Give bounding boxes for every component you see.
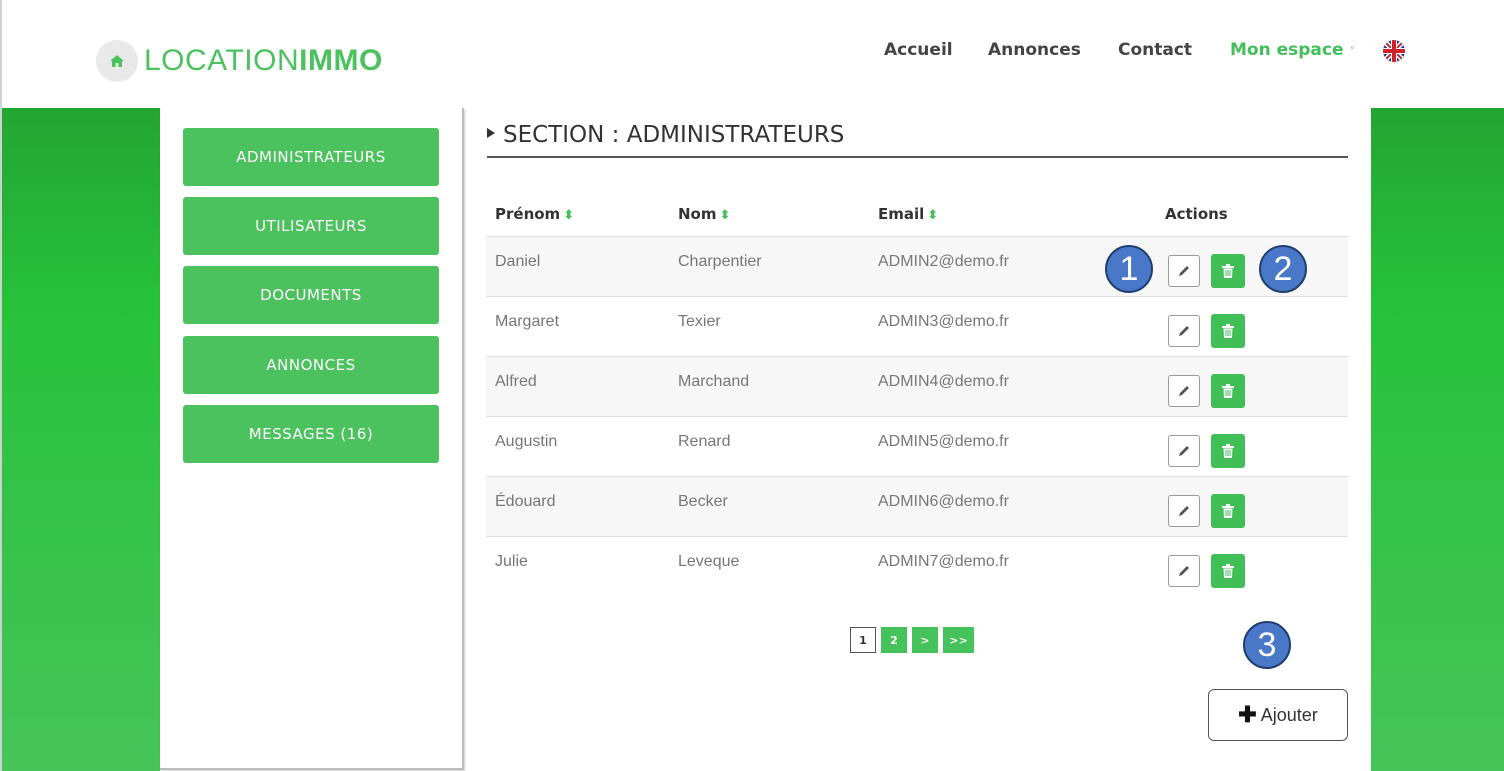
page-1-button[interactable]: 1 (850, 627, 876, 653)
cell-nom: Charpentier (678, 253, 762, 270)
sidebar-item-administrateurs[interactable]: ADMINISTRATEURS (183, 128, 439, 186)
trash-icon (1222, 384, 1234, 398)
background-band-right (1371, 108, 1504, 771)
next-page-button[interactable]: > (912, 627, 938, 653)
column-header-email-label: Email (878, 205, 925, 223)
nav-mon-espace-label: Mon espace (1230, 40, 1344, 60)
nav-accueil[interactable]: Accueil (884, 40, 953, 60)
callout-badge-1: 1 (1105, 245, 1153, 293)
page-title: SECTION : ADMINISTRATEURS (487, 122, 844, 148)
table-row: Augustin Renard ADMIN5@demo.fr (486, 416, 1348, 477)
sidebar-item-messages[interactable]: MESSAGES (16) (183, 405, 439, 463)
cell-email: ADMIN5@demo.fr (878, 433, 1009, 450)
sort-icon: ⬍ (927, 208, 939, 223)
sort-icon: ⬍ (719, 208, 731, 223)
pencil-icon (1179, 566, 1189, 576)
column-header-prenom[interactable]: Prénom ⬍ (495, 205, 574, 223)
table-row: Julie Leveque ADMIN7@demo.fr (486, 536, 1348, 597)
nav-mon-espace[interactable]: Mon espace ˅ (1230, 40, 1355, 60)
add-button-label: Ajouter (1260, 704, 1318, 725)
title-divider (487, 156, 1348, 158)
column-header-prenom-label: Prénom (495, 205, 561, 223)
trash-icon (1222, 324, 1234, 338)
cell-email: ADMIN7@demo.fr (878, 553, 1009, 570)
edit-button[interactable] (1168, 495, 1200, 527)
cell-prenom: Augustin (495, 433, 558, 450)
sort-icon: ⬍ (563, 208, 575, 223)
cell-nom: Becker (678, 493, 728, 510)
cell-email: ADMIN3@demo.fr (878, 313, 1009, 330)
table-row: Édouard Becker ADMIN6@demo.fr (486, 476, 1348, 537)
logo-text-bold: IMMO (299, 44, 383, 77)
sidebar-item-documents[interactable]: DOCUMENTS (183, 266, 439, 324)
delete-button[interactable] (1211, 494, 1245, 528)
logo-text: LOCATIONIMMO (144, 44, 383, 78)
caret-right-icon (487, 127, 495, 138)
cell-nom: Renard (678, 433, 731, 450)
trash-icon (1222, 504, 1234, 518)
page-title-text: SECTION : ADMINISTRATEURS (503, 122, 845, 148)
callout-badge-2: 2 (1259, 245, 1307, 293)
plus-icon: ✚ (1238, 702, 1257, 727)
pencil-icon (1179, 386, 1189, 396)
cell-nom: Leveque (678, 553, 740, 570)
logo-text-light: LOCATION (144, 44, 300, 77)
column-header-actions: Actions (1165, 205, 1228, 223)
pencil-icon (1179, 506, 1189, 516)
column-header-nom[interactable]: Nom ⬍ (678, 205, 730, 223)
background-band-left (2, 108, 160, 771)
cell-prenom: Daniel (495, 253, 541, 270)
edit-button[interactable] (1168, 435, 1200, 467)
cell-prenom: Alfred (495, 373, 537, 390)
pencil-icon (1179, 326, 1189, 336)
last-page-button[interactable]: >> (943, 627, 974, 653)
edit-button[interactable] (1168, 555, 1200, 587)
column-header-email[interactable]: Email ⬍ (878, 205, 938, 223)
delete-button[interactable] (1211, 434, 1245, 468)
cell-prenom: Édouard (495, 493, 556, 510)
pencil-icon (1179, 446, 1189, 456)
delete-button[interactable] (1211, 374, 1245, 408)
cell-nom: Marchand (678, 373, 750, 390)
delete-button[interactable] (1211, 554, 1245, 588)
pagination: 1 2 > >> (850, 627, 979, 653)
callout-badge-3: 3 (1243, 621, 1291, 669)
trash-icon (1222, 264, 1234, 278)
site-logo[interactable]: LOCATIONIMMO (96, 38, 383, 84)
page-2-button[interactable]: 2 (881, 627, 907, 653)
table-row: Alfred Marchand ADMIN4@demo.fr (486, 356, 1348, 417)
add-button[interactable]: ✚ Ajouter (1208, 689, 1348, 741)
nav-contact[interactable]: Contact (1118, 40, 1192, 60)
edit-button[interactable] (1168, 315, 1200, 347)
chevron-down-icon: ˅ (1349, 45, 1356, 58)
nav-annonces[interactable]: Annonces (988, 40, 1081, 60)
trash-icon (1222, 564, 1234, 578)
delete-button[interactable] (1211, 254, 1245, 288)
edit-button[interactable] (1168, 375, 1200, 407)
trash-icon (1222, 444, 1234, 458)
cell-email: ADMIN4@demo.fr (878, 373, 1009, 390)
cell-nom: Texier (678, 313, 721, 330)
sidebar-item-annonces[interactable]: ANNONCES (183, 336, 439, 394)
sidebar-item-utilisateurs[interactable]: UTILISATEURS (183, 197, 439, 255)
cell-email: ADMIN2@demo.fr (878, 253, 1009, 270)
uk-flag-icon[interactable] (1383, 40, 1405, 62)
table-row: Daniel Charpentier ADMIN2@demo.fr (486, 236, 1348, 297)
table-row: Margaret Texier ADMIN3@demo.fr (486, 296, 1348, 357)
delete-button[interactable] (1211, 314, 1245, 348)
home-icon (96, 40, 138, 82)
column-header-nom-label: Nom (678, 205, 717, 223)
cell-prenom: Julie (495, 553, 528, 570)
edit-button[interactable] (1168, 255, 1200, 287)
cell-email: ADMIN6@demo.fr (878, 493, 1009, 510)
pencil-icon (1179, 266, 1189, 276)
cell-prenom: Margaret (495, 313, 560, 330)
